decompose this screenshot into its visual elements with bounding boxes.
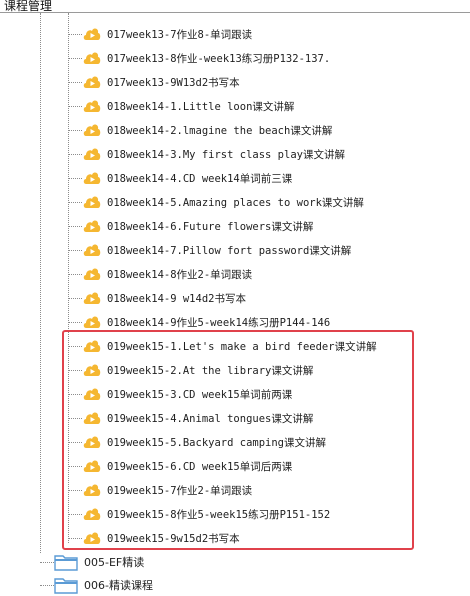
play-cloud-icon xyxy=(82,97,102,115)
lesson-label: 017week13-8作业-week13练习册P132-137. xyxy=(107,52,331,65)
play-cloud-icon xyxy=(82,241,102,259)
play-cloud-icon xyxy=(82,217,102,235)
lesson-item[interactable]: 018week14-4.CD week14单词前三课 xyxy=(68,166,292,190)
header-divider xyxy=(0,12,470,13)
folder-icon xyxy=(54,578,78,594)
play-cloud-icon xyxy=(82,313,102,331)
tree-connector xyxy=(68,249,82,251)
play-cloud-icon xyxy=(82,73,102,91)
lesson-item[interactable]: 017week13-7作业8-单词跟读 xyxy=(68,22,252,46)
tree-connector xyxy=(68,201,82,203)
lesson-label: 018week14-8作业2-单词跟读 xyxy=(107,268,253,281)
lesson-item[interactable]: 018week14-1.Little loon课文讲解 xyxy=(68,94,294,118)
play-cloud-icon xyxy=(82,145,102,163)
tree-connector xyxy=(68,321,82,323)
lesson-label: 018week14-9作业5-week14练习册P144-146 xyxy=(107,316,331,329)
folder-icon xyxy=(54,555,78,571)
lesson-item[interactable]: 018week14-5.Amazing places to work课文讲解 xyxy=(68,190,364,214)
lesson-label: 018week14-2.lmagine the beach课文讲解 xyxy=(107,124,333,137)
folder-label: 006-精读课程 xyxy=(84,579,153,592)
play-cloud-icon xyxy=(82,121,102,139)
tree-connector xyxy=(68,153,82,155)
lesson-label: 017week13-7作业8-单词跟读 xyxy=(107,28,253,41)
tree-connector xyxy=(68,57,82,59)
tree-connector xyxy=(68,105,82,107)
lesson-item[interactable]: 018week14-3.My first class play课文讲解 xyxy=(68,142,345,166)
lesson-label: 018week14-5.Amazing places to work课文讲解 xyxy=(107,196,364,209)
folder-item-ef-reading[interactable]: 005-EF精读 xyxy=(40,551,144,573)
header-title: 课程管理 xyxy=(4,0,53,12)
lesson-label: 018week14-9 w14d2书写本 xyxy=(107,292,246,305)
tree-connector xyxy=(68,33,82,35)
play-cloud-icon xyxy=(82,193,102,211)
tree-connector xyxy=(68,177,82,179)
lesson-label: 018week14-3.My first class play课文讲解 xyxy=(107,148,345,161)
tree-connector xyxy=(68,225,82,227)
lesson-label: 018week14-7.Pillow fort password课文讲解 xyxy=(107,244,352,257)
lesson-label: 018week14-6.Future flowers课文讲解 xyxy=(107,220,314,233)
lesson-item[interactable]: 018week14-9 w14d2书写本 xyxy=(68,286,246,310)
play-cloud-icon xyxy=(82,25,102,43)
lesson-label: 018week14-4.CD week14单词前三课 xyxy=(107,172,293,185)
tree-connector xyxy=(68,129,82,131)
lesson-item[interactable]: 018week14-8作业2-单词跟读 xyxy=(68,262,252,286)
play-cloud-icon xyxy=(82,289,102,307)
lesson-item[interactable]: 018week14-6.Future flowers课文讲解 xyxy=(68,214,313,238)
lesson-item[interactable]: 017week13-9W13d2书写本 xyxy=(68,70,240,94)
lesson-item[interactable]: 018week14-2.lmagine the beach课文讲解 xyxy=(68,118,332,142)
play-cloud-icon xyxy=(82,169,102,187)
tree-guide-outer xyxy=(40,13,41,553)
tree-connector xyxy=(68,81,82,83)
highlight-selection-box xyxy=(62,330,414,550)
folder-label: 005-EF精读 xyxy=(84,556,145,569)
lesson-item[interactable]: 017week13-8作业-week13练习册P132-137. xyxy=(68,46,330,70)
course-management-header: 课程管理 xyxy=(0,0,470,12)
tree-connector xyxy=(68,297,82,299)
folder-item-intensive-reading[interactable]: 006-精读课程 xyxy=(40,574,153,596)
play-cloud-icon xyxy=(82,49,102,67)
lesson-label: 018week14-1.Little loon课文讲解 xyxy=(107,100,295,113)
tree-connector xyxy=(68,273,82,275)
lesson-label: 017week13-9W13d2书写本 xyxy=(107,76,240,89)
play-cloud-icon xyxy=(82,265,102,283)
lesson-item[interactable]: 018week14-7.Pillow fort password课文讲解 xyxy=(68,238,351,262)
